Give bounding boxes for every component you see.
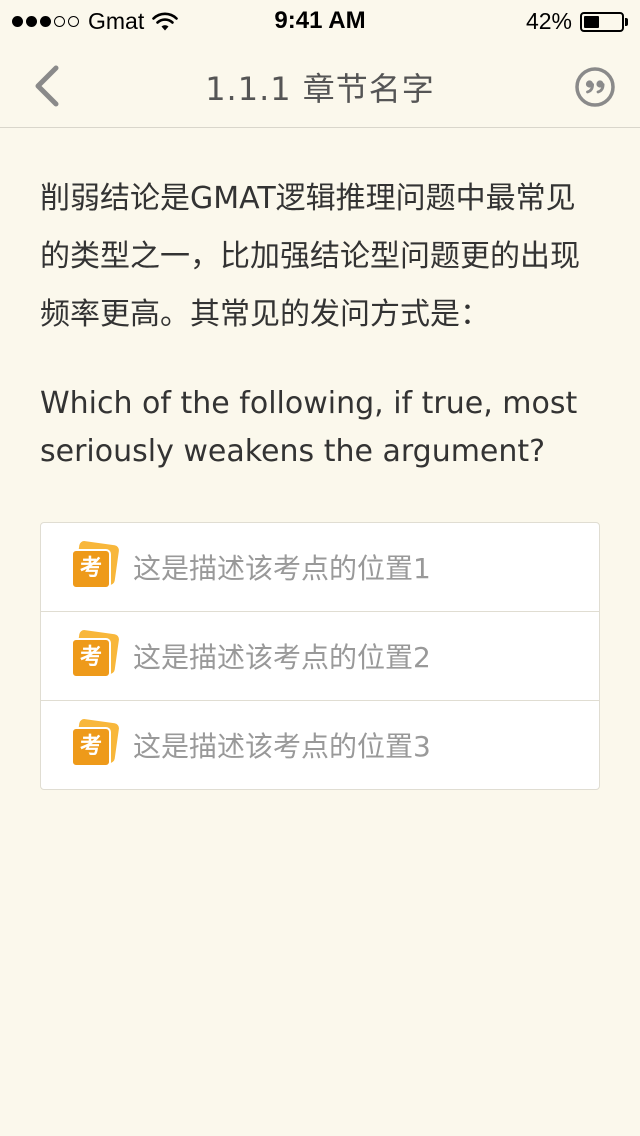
battery-percent: 42% [525, 8, 572, 34]
intro-text-chinese: 削弱结论是GMAT逻辑推理问题中最常见的类型之一，比加强结论型问题更的出现频率更… [40, 181, 580, 332]
list-item[interactable]: 考 这是描述该考点的位置3 [41, 701, 599, 789]
quote-icon [575, 67, 615, 107]
exam-point-icon-front: 考 [71, 549, 111, 589]
battery-tip [625, 17, 628, 26]
exam-point-icon: 考 [71, 718, 120, 769]
back-button[interactable] [28, 60, 68, 112]
intro-text-english: Which of the following, if true, most se… [40, 386, 578, 469]
nav-bar: 1.1.1 章节名字 [0, 40, 640, 128]
exam-point-icon: 考 [71, 629, 120, 680]
list-item[interactable]: 考 这是描述该考点的位置1 [41, 523, 599, 612]
exam-point-icon-front: 考 [71, 638, 111, 678]
main-content: 削弱结论是GMAT逻辑推理问题中最常见的类型之一，比加强结论型问题更的出现频率更… [40, 170, 600, 790]
status-bar: Gmat 9:41 AM 42% [0, 0, 640, 40]
list-item-label: 这是描述该考点的位置2 [133, 641, 431, 674]
exam-point-icon-front: 考 [71, 727, 111, 767]
test-point-list: 考 这是描述该考点的位置1 考 这是描述该考点的位置2 考 这是描述该考点的位置… [40, 522, 600, 790]
battery-fill [584, 15, 599, 28]
chevron-left-icon [35, 65, 59, 107]
quote-button[interactable] [574, 66, 616, 108]
list-item[interactable]: 考 这是描述该考点的位置2 [41, 612, 599, 701]
list-item-label: 这是描述该考点的位置1 [133, 552, 431, 585]
page-title: 1.1.1 章节名字 [205, 70, 435, 108]
list-item-label: 这是描述该考点的位置3 [133, 730, 431, 763]
exam-point-icon: 考 [71, 540, 120, 591]
status-right: 42% [526, 8, 628, 35]
battery-icon [580, 11, 624, 32]
